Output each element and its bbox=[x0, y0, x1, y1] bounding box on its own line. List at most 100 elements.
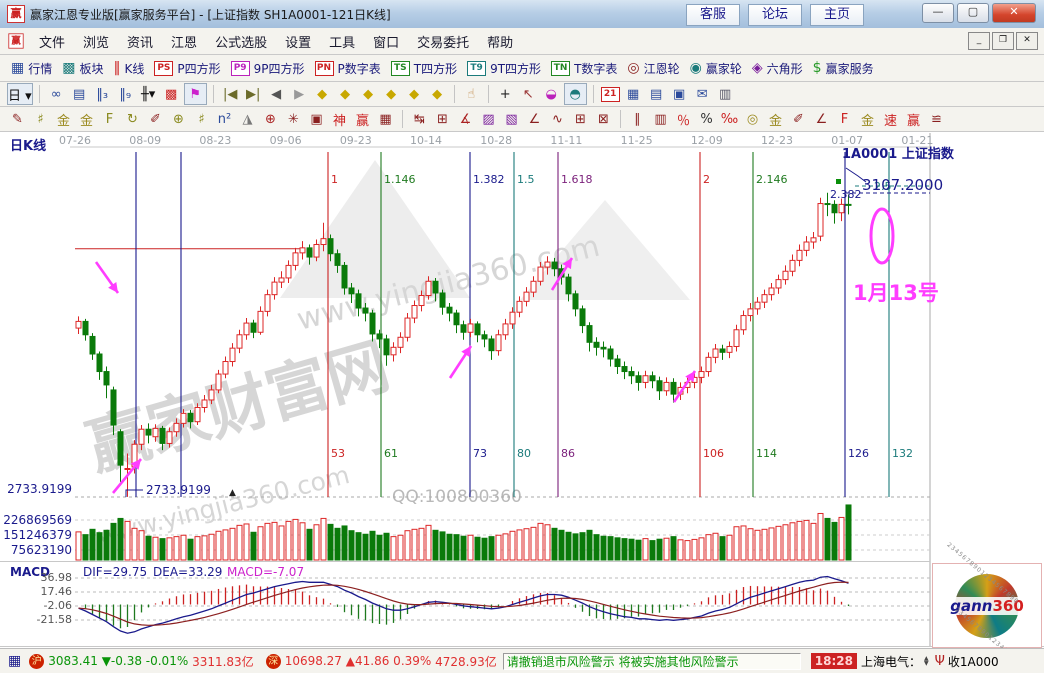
pen-tool[interactable]: ✎ bbox=[7, 109, 28, 129]
last-page-icon[interactable]: ▶| bbox=[243, 84, 264, 104]
news-ticker[interactable]: 请撤销退市风险警示 将被实施其他风险警示 bbox=[503, 653, 801, 670]
calculator-icon[interactable]: ▦ bbox=[623, 84, 644, 104]
notepad-icon[interactable]: ▤ bbox=[646, 84, 667, 104]
keyboard-wizard-icon[interactable]: ▦ bbox=[8, 653, 21, 669]
info-doc-icon[interactable]: ▤ bbox=[69, 84, 90, 104]
tool-hexagon[interactable]: ◈六角形 bbox=[747, 59, 808, 78]
tool-9t-square[interactable]: T99T四方形 bbox=[462, 59, 546, 78]
tool-sectors[interactable]: ▩板块 bbox=[57, 59, 108, 78]
diamond-h-icon[interactable]: ◆ bbox=[358, 84, 379, 104]
percent-tool[interactable]: % bbox=[696, 109, 717, 129]
bars-9-icon[interactable]: ‖₉ bbox=[115, 84, 136, 104]
kline-chart[interactable]: 赢家财富网www.yingjia360.comwww.yingjia360.co… bbox=[0, 132, 1044, 648]
period-selector[interactable]: 日 ▾ bbox=[7, 83, 33, 105]
bars-tool[interactable]: ▥ bbox=[650, 109, 671, 129]
diamond-out-icon[interactable]: ◆ bbox=[427, 84, 448, 104]
menu-工具[interactable]: 工具 bbox=[320, 32, 364, 51]
close-button[interactable]: ✕ bbox=[992, 3, 1036, 23]
box-grid-tool[interactable]: ▣ bbox=[306, 109, 327, 129]
grid-square-tool[interactable]: ⊞ bbox=[432, 109, 453, 129]
pattern-icon[interactable]: ▩ bbox=[161, 84, 182, 104]
candle-style-icon[interactable]: ╫▾ bbox=[138, 84, 159, 104]
menu-交易委托[interactable]: 交易委托 bbox=[408, 32, 478, 51]
prev-icon[interactable]: ◀ bbox=[266, 84, 287, 104]
fan-tool[interactable]: ∡ bbox=[455, 109, 476, 129]
speed-tool[interactable]: 速 bbox=[880, 109, 901, 129]
printer-icon[interactable]: ▥ bbox=[715, 84, 736, 104]
service-button[interactable]: 客服 bbox=[686, 4, 740, 26]
ticker-spinner[interactable]: ▲▼ bbox=[924, 656, 929, 666]
ink-tool[interactable]: ✐ bbox=[788, 109, 809, 129]
width-tool[interactable]: ↹ bbox=[409, 109, 430, 129]
ying2-tool[interactable]: 赢 bbox=[903, 109, 924, 129]
tool-winner-service[interactable]: $赢家服务 bbox=[808, 59, 879, 78]
pointer-icon[interactable]: ↖ bbox=[518, 84, 539, 104]
menu-设置[interactable]: 设置 bbox=[276, 32, 320, 51]
menu-公式选股[interactable]: 公式选股 bbox=[206, 32, 276, 51]
diamond-v-icon[interactable]: ◆ bbox=[381, 84, 402, 104]
ruler-grid-tool[interactable]: ▦ bbox=[375, 109, 396, 129]
menu-窗口[interactable]: 窗口 bbox=[364, 32, 408, 51]
menu-浏览[interactable]: 浏览 bbox=[74, 32, 118, 51]
brush-tool[interactable]: ✐ bbox=[145, 109, 166, 129]
permille-tool[interactable]: ‰ bbox=[719, 109, 740, 129]
brain-magenta-icon[interactable]: ◒ bbox=[541, 84, 562, 104]
angle-f-tool[interactable]: F bbox=[834, 109, 855, 129]
hatch-tool[interactable]: ▨ bbox=[478, 109, 499, 129]
mdi-close-button[interactable]: ✕ bbox=[1016, 32, 1038, 50]
comb2-tool[interactable]: ♯ bbox=[191, 109, 212, 129]
tool-9p-square[interactable]: P99P四方形 bbox=[226, 59, 310, 78]
gann-comb-tool[interactable]: ♯ bbox=[30, 109, 51, 129]
gold-ratio-tool[interactable]: 金 bbox=[53, 109, 74, 129]
gold-lines-tool[interactable]: 金 bbox=[765, 109, 786, 129]
save-icon[interactable]: ▣ bbox=[669, 84, 690, 104]
mdi-minimize-button[interactable]: _ bbox=[968, 32, 990, 50]
crosshair-icon[interactable]: + bbox=[495, 84, 516, 104]
diamond-right-icon[interactable]: ◆ bbox=[335, 84, 356, 104]
grid2-tool[interactable]: ⊞ bbox=[570, 109, 591, 129]
tool-winner-wheel[interactable]: ◉赢家轮 bbox=[685, 59, 747, 78]
gold-circle-tool[interactable]: ◎ bbox=[742, 109, 763, 129]
angle-tool[interactable]: ∠ bbox=[524, 109, 545, 129]
menu-江恩[interactable]: 江恩 bbox=[162, 32, 206, 51]
brain-teal-icon[interactable]: ◓ bbox=[564, 83, 587, 105]
star-grid-tool[interactable]: ✳ bbox=[283, 109, 304, 129]
bars-3-icon[interactable]: ‖₃ bbox=[92, 84, 113, 104]
calendar-icon[interactable]: 21 bbox=[600, 84, 621, 104]
fibonacci-tool[interactable]: F bbox=[99, 109, 120, 129]
tool-quotes[interactable]: ▦行情 bbox=[6, 59, 57, 78]
diamond-in-icon[interactable]: ◆ bbox=[404, 84, 425, 104]
hatch2-tool[interactable]: ▧ bbox=[501, 109, 522, 129]
chart-area[interactable]: 赢家财富网www.yingjia360.comwww.yingjia360.co… bbox=[0, 132, 1044, 648]
tool-t-number-table[interactable]: TNT数字表 bbox=[546, 59, 622, 78]
menu-帮助[interactable]: 帮助 bbox=[478, 32, 522, 51]
target-tool[interactable]: ⊕ bbox=[260, 109, 281, 129]
hand-icon[interactable]: ☝ bbox=[461, 84, 482, 104]
cycle-tool[interactable]: ↻ bbox=[122, 109, 143, 129]
gold-ratio2-tool[interactable]: 金 bbox=[76, 109, 97, 129]
circle-tool[interactable]: ⊕ bbox=[168, 109, 189, 129]
next-icon[interactable]: ▶ bbox=[289, 84, 310, 104]
tool-p-number-table[interactable]: PNP数字表 bbox=[310, 59, 386, 78]
tool-p-square[interactable]: PSP四方形 bbox=[149, 59, 225, 78]
mdi-restore-button[interactable]: ❐ bbox=[992, 32, 1014, 50]
angle-a-tool[interactable]: ∠ bbox=[811, 109, 832, 129]
wave2-tool[interactable]: ≌ bbox=[926, 109, 947, 129]
ying-tool[interactable]: 赢 bbox=[352, 109, 373, 129]
shen-tool[interactable]: 神 bbox=[329, 109, 350, 129]
grid-solid-tool[interactable]: ⊠ bbox=[593, 109, 614, 129]
wave-tool[interactable]: ∿ bbox=[547, 109, 568, 129]
menu-文件[interactable]: 文件 bbox=[30, 32, 74, 51]
restore-button[interactable]: ▢ bbox=[957, 3, 989, 23]
tool-t-square[interactable]: TST四方形 bbox=[386, 59, 462, 78]
home-button[interactable]: 主页 bbox=[810, 4, 864, 26]
gold-angle-tool[interactable]: 金 bbox=[857, 109, 878, 129]
n2-tool[interactable]: n² bbox=[214, 109, 235, 129]
overview-icon[interactable]: ∞ bbox=[46, 84, 67, 104]
compass-tool[interactable]: ◮ bbox=[237, 109, 258, 129]
percent-cut-tool[interactable]: ％ bbox=[673, 109, 694, 129]
forum-button[interactable]: 论坛 bbox=[748, 4, 802, 26]
tool-kline[interactable]: ‖K线 bbox=[109, 59, 150, 78]
color-flag-icon[interactable]: ⚑ bbox=[184, 83, 207, 105]
mail-icon[interactable]: ✉ bbox=[692, 84, 713, 104]
